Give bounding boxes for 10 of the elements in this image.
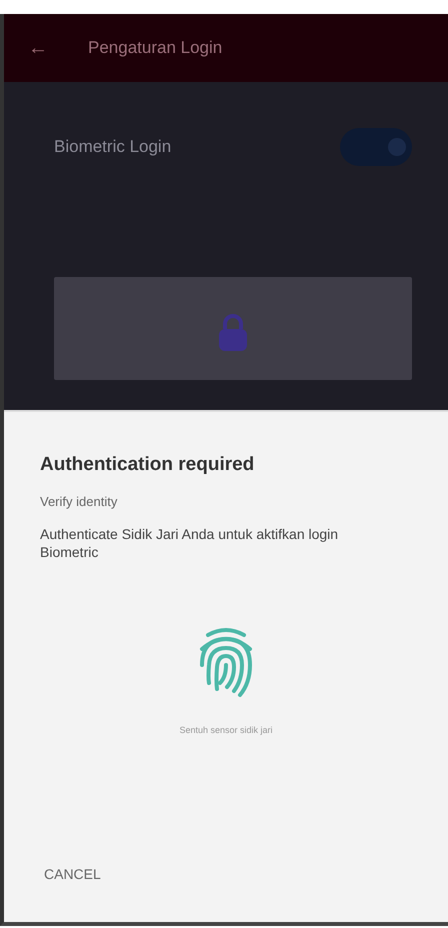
back-button[interactable]: ← (28, 36, 48, 60)
setting-label: Biometric Login (54, 137, 172, 157)
toggle-switch[interactable] (340, 128, 412, 166)
app-bar-title: Pengaturan Login (88, 38, 222, 58)
sensor-hint: Sentuh sensor sidik jari (179, 725, 273, 736)
dialog-description: Authenticate Sidik Jari Anda untuk aktifkan login Biometric (40, 525, 340, 562)
lock-icon (216, 313, 250, 353)
cancel-button[interactable]: CANCEL (40, 860, 105, 888)
dialog-title: Authentication required (40, 454, 256, 476)
dialog-subtitle: Verify identity (40, 494, 118, 509)
